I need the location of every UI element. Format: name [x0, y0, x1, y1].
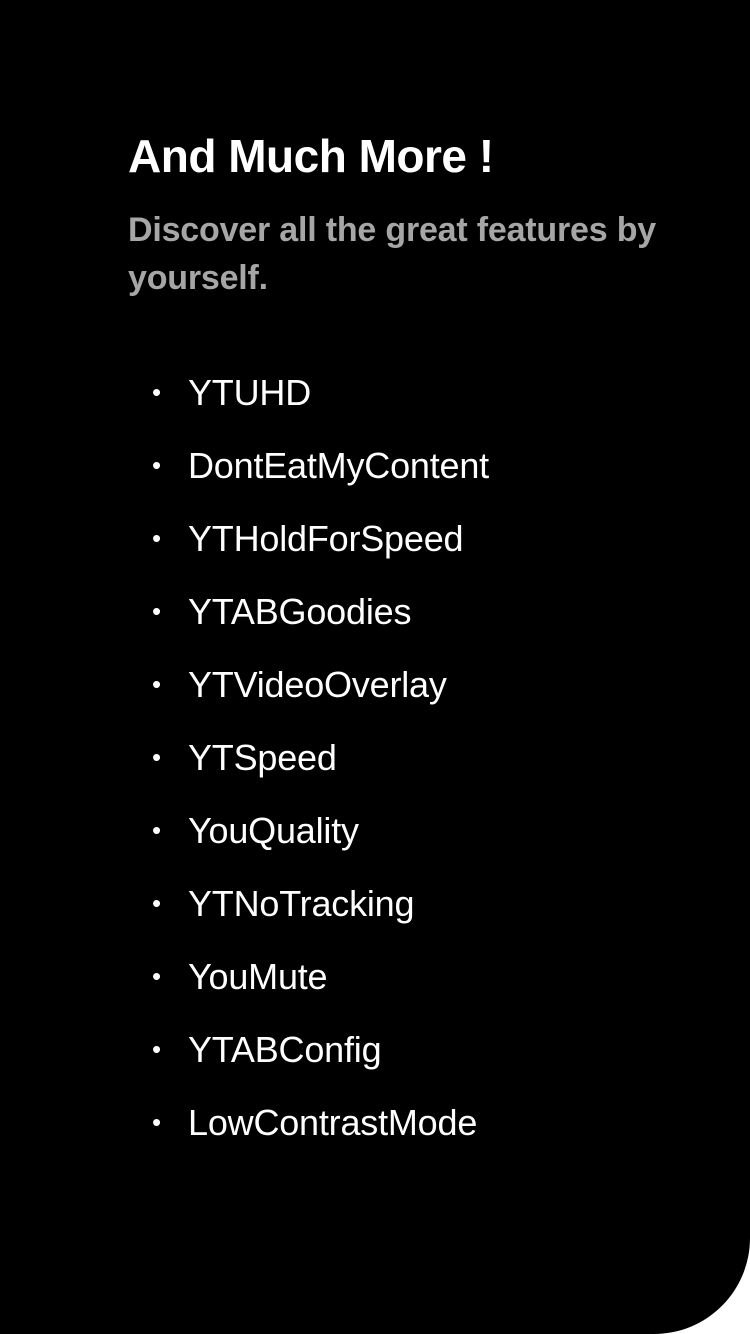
bullet-icon: •	[152, 888, 162, 918]
feature-item-ytuhd: • YTUHD	[128, 356, 688, 429]
feature-item-ytspeed: • YTSpeed	[128, 721, 688, 794]
feature-label: YTVideoOverlay	[188, 664, 447, 705]
feature-label: YTUHD	[188, 372, 311, 413]
bullet-icon: •	[152, 815, 162, 845]
bullet-icon: •	[152, 1034, 162, 1064]
feature-item-ytvideooverlay: • YTVideoOverlay	[128, 648, 688, 721]
feature-item-lowcontrastmode: • LowContrastMode	[128, 1086, 688, 1159]
bullet-icon: •	[152, 1107, 162, 1137]
onboarding-screen: And Much More ! Discover all the great f…	[0, 0, 750, 1334]
feature-label: YouMute	[188, 956, 328, 997]
bullet-icon: •	[152, 669, 162, 699]
feature-label: YTNoTracking	[188, 883, 415, 924]
feature-item-youquality: • YouQuality	[128, 794, 688, 867]
feature-item-ytabconfig: • YTABConfig	[128, 1013, 688, 1086]
feature-item-donteatmycontent: • DontEatMyContent	[128, 429, 688, 502]
feature-label: DontEatMyContent	[188, 445, 489, 486]
page-title: And Much More !	[128, 130, 494, 182]
feature-overview: And Much More ! Discover all the great f…	[128, 128, 688, 1159]
bullet-icon: •	[152, 523, 162, 553]
feature-label: YTHoldForSpeed	[188, 518, 464, 559]
bullet-icon: •	[152, 742, 162, 772]
feature-item-ytholdforspeed: • YTHoldForSpeed	[128, 502, 688, 575]
feature-label: YTABGoodies	[188, 591, 412, 632]
feature-label: YTABConfig	[188, 1029, 382, 1070]
bullet-icon: •	[152, 377, 162, 407]
bullet-icon: •	[152, 961, 162, 991]
feature-list: • YTUHD • DontEatMyContent • YTHoldForSp…	[128, 356, 688, 1159]
feature-item-ytnotracking: • YTNoTracking	[128, 867, 688, 940]
feature-label: YouQuality	[188, 810, 359, 851]
bullet-icon: •	[152, 450, 162, 480]
feature-item-ytabgoodies: • YTABGoodies	[128, 575, 688, 648]
feature-label: LowContrastMode	[188, 1102, 478, 1143]
feature-item-youmute: • YouMute	[128, 940, 688, 1013]
bullet-icon: •	[152, 596, 162, 626]
page-subtitle: Discover all the great features by yours…	[128, 211, 656, 297]
feature-label: YTSpeed	[188, 737, 337, 778]
